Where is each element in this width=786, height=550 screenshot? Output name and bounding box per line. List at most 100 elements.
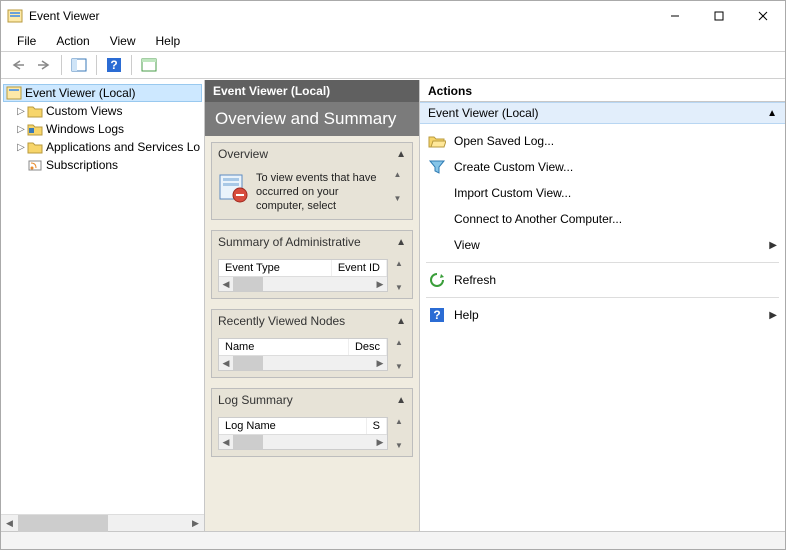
section-title: Overview bbox=[218, 147, 396, 161]
summary-hscroll[interactable]: ◀▶ bbox=[219, 277, 387, 291]
col-logname[interactable]: Log Name bbox=[219, 418, 367, 434]
folder-open-icon bbox=[428, 132, 446, 150]
folder-icon bbox=[27, 103, 43, 119]
col-name[interactable]: Name bbox=[219, 339, 349, 355]
help-button[interactable]: ? bbox=[102, 54, 126, 76]
tree-item-custom-views[interactable]: ▷ Custom Views bbox=[3, 102, 202, 120]
collapse-icon[interactable]: ▲ bbox=[767, 108, 777, 119]
menu-file[interactable]: File bbox=[9, 32, 44, 50]
section-title: Log Summary bbox=[218, 393, 396, 407]
close-button[interactable] bbox=[741, 1, 785, 31]
action-label: Open Saved Log... bbox=[454, 134, 777, 148]
folder-icon bbox=[27, 139, 43, 155]
action-label: Create Custom View... bbox=[454, 160, 777, 174]
properties-button[interactable] bbox=[137, 54, 161, 76]
expand-icon[interactable]: ▷ bbox=[15, 124, 27, 135]
subscriptions-icon bbox=[27, 157, 43, 173]
action-label: Refresh bbox=[454, 273, 777, 287]
submenu-arrow-icon: ▶ bbox=[769, 240, 777, 251]
tree[interactable]: Event Viewer (Local) ▷ Custom Views ▷ Wi… bbox=[1, 80, 204, 514]
expand-icon[interactable]: ▷ bbox=[15, 142, 27, 153]
action-refresh[interactable]: Refresh bbox=[420, 267, 785, 293]
action-label: Connect to Another Computer... bbox=[454, 212, 777, 226]
section-summary: Summary of Administrative ▲ Event Type E… bbox=[211, 230, 413, 299]
action-open-saved-log[interactable]: Open Saved Log... bbox=[420, 128, 785, 154]
menu-action[interactable]: Action bbox=[48, 32, 97, 50]
col-desc[interactable]: Desc bbox=[349, 339, 387, 355]
tree-hscrollbar[interactable]: ◀ ▶ bbox=[1, 514, 204, 531]
toolbar-separator bbox=[131, 55, 132, 75]
refresh-icon bbox=[428, 271, 446, 289]
blank-icon bbox=[428, 236, 446, 254]
section-title: Recently Viewed Nodes bbox=[218, 314, 396, 328]
titlebar: Event Viewer bbox=[1, 1, 785, 31]
expand-icon[interactable]: ▷ bbox=[15, 106, 27, 117]
center-header: Event Viewer (Local) bbox=[205, 80, 419, 102]
menu-view[interactable]: View bbox=[102, 32, 144, 50]
tree-item-label: Applications and Services Lo bbox=[46, 140, 200, 154]
scroll-left-button[interactable]: ◀ bbox=[1, 515, 18, 532]
forward-button[interactable] bbox=[32, 54, 56, 76]
collapse-icon[interactable]: ▲ bbox=[396, 395, 406, 406]
overview-icon bbox=[218, 171, 250, 203]
divider bbox=[426, 297, 779, 298]
divider bbox=[426, 262, 779, 263]
menu-help[interactable]: Help bbox=[148, 32, 189, 50]
minimize-button[interactable] bbox=[653, 1, 697, 31]
event-viewer-icon bbox=[6, 85, 22, 101]
section-header-overview[interactable]: Overview ▲ bbox=[212, 143, 412, 165]
recent-list[interactable]: Name Desc ◀▶ bbox=[218, 338, 388, 371]
tree-item-label: Subscriptions bbox=[46, 158, 118, 172]
summary-list[interactable]: Event Type Event ID ◀▶ bbox=[218, 259, 388, 292]
scroll-track[interactable] bbox=[18, 515, 187, 532]
collapse-icon[interactable]: ▲ bbox=[396, 316, 406, 327]
submenu-arrow-icon: ▶ bbox=[769, 310, 777, 321]
col-event-id[interactable]: Event ID bbox=[332, 260, 387, 276]
scroll-right-button[interactable]: ▶ bbox=[187, 515, 204, 532]
section-header-summary[interactable]: Summary of Administrative ▲ bbox=[212, 231, 412, 253]
col-event-type[interactable]: Event Type bbox=[219, 260, 332, 276]
section-recent: Recently Viewed Nodes ▲ Name Desc ◀▶ ▲▼ bbox=[211, 309, 413, 378]
center-body: Overview ▲ To view events that have occu… bbox=[205, 136, 419, 531]
section-logsummary: Log Summary ▲ Log Name S ◀▶ ▲▼ bbox=[211, 388, 413, 457]
collapse-icon[interactable]: ▲ bbox=[396, 237, 406, 248]
overview-text: To view events that have occurred on you… bbox=[256, 171, 383, 213]
tree-item-windows-logs[interactable]: ▷ Windows Logs bbox=[3, 120, 202, 138]
logsum-hscroll[interactable]: ◀▶ bbox=[219, 435, 387, 449]
tree-item-label: Custom Views bbox=[46, 104, 122, 118]
actions-subheader[interactable]: Event Viewer (Local) ▲ bbox=[420, 102, 785, 124]
overview-vscroll[interactable]: ▲▼ bbox=[389, 171, 406, 203]
col-s[interactable]: S bbox=[367, 418, 387, 434]
logsummary-list[interactable]: Log Name S ◀▶ bbox=[218, 417, 388, 450]
section-header-logsummary[interactable]: Log Summary ▲ bbox=[212, 389, 412, 411]
actions-list: Open Saved Log... Create Custom View... … bbox=[420, 124, 785, 332]
summary-vscroll[interactable]: ▲▼ bbox=[392, 259, 406, 292]
folder-icon bbox=[27, 121, 43, 137]
recent-hscroll[interactable]: ◀▶ bbox=[219, 356, 387, 370]
blank-twisty bbox=[15, 160, 27, 171]
action-connect-computer[interactable]: Connect to Another Computer... bbox=[420, 206, 785, 232]
show-tree-button[interactable] bbox=[67, 54, 91, 76]
recent-vscroll[interactable]: ▲▼ bbox=[392, 338, 406, 371]
action-import-custom-view[interactable]: Import Custom View... bbox=[420, 180, 785, 206]
action-label: Import Custom View... bbox=[454, 186, 777, 200]
action-help[interactable]: ? Help ▶ bbox=[420, 302, 785, 328]
action-view[interactable]: View ▶ bbox=[420, 232, 785, 258]
tree-item-subscriptions[interactable]: Subscriptions bbox=[3, 156, 202, 174]
collapse-icon[interactable]: ▲ bbox=[396, 149, 406, 160]
tree-item-applications[interactable]: ▷ Applications and Services Lo bbox=[3, 138, 202, 156]
maximize-button[interactable] bbox=[697, 1, 741, 31]
actions-sub-title: Event Viewer (Local) bbox=[428, 106, 767, 120]
scroll-thumb[interactable] bbox=[18, 515, 108, 532]
tree-root-label: Event Viewer (Local) bbox=[25, 86, 136, 100]
tree-root[interactable]: Event Viewer (Local) bbox=[3, 84, 202, 102]
section-header-recent[interactable]: Recently Viewed Nodes ▲ bbox=[212, 310, 412, 332]
action-create-custom-view[interactable]: Create Custom View... bbox=[420, 154, 785, 180]
filter-icon bbox=[428, 158, 446, 176]
help-icon: ? bbox=[428, 306, 446, 324]
toolbar: ? bbox=[1, 51, 785, 79]
toolbar-separator bbox=[61, 55, 62, 75]
statusbar bbox=[1, 531, 785, 549]
logsum-vscroll[interactable]: ▲▼ bbox=[392, 417, 406, 450]
back-button[interactable] bbox=[6, 54, 30, 76]
